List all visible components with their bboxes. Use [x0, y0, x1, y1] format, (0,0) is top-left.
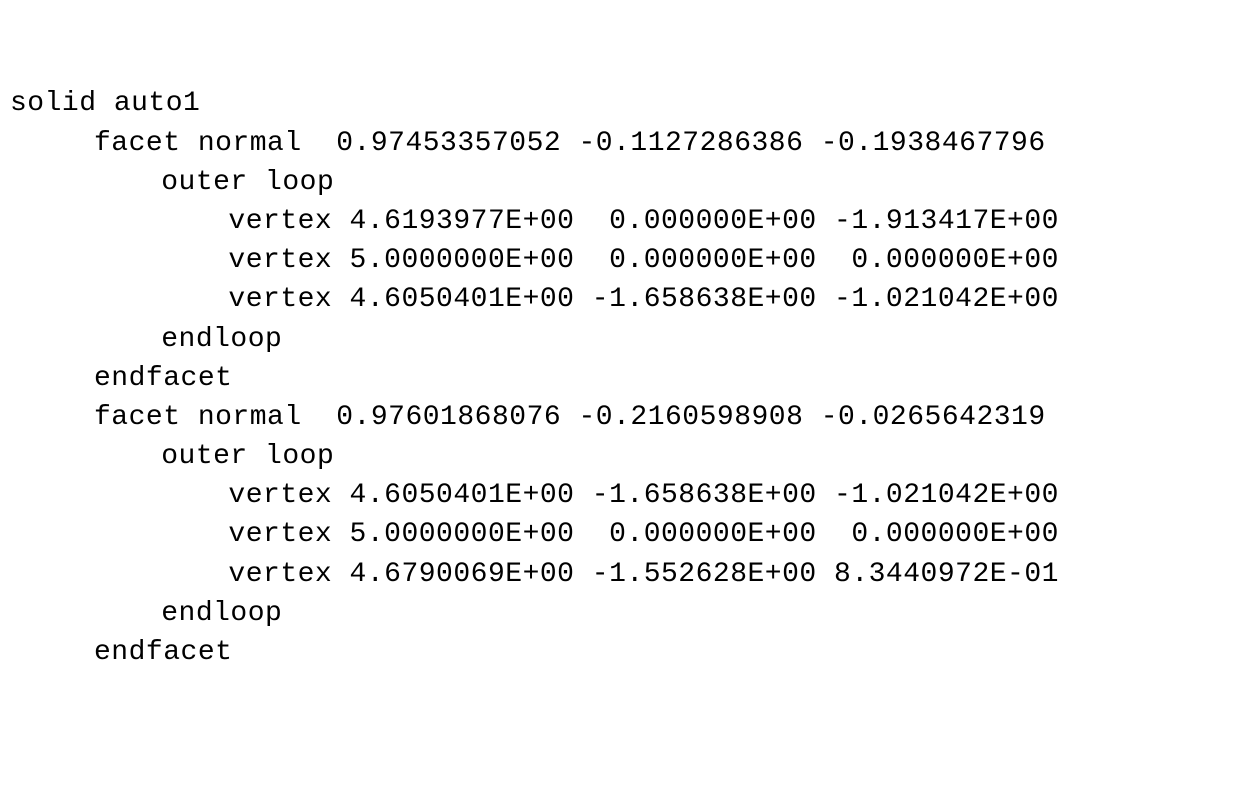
vertex-line: vertex 5.0000000E+00 0.000000E+00 0.0000… — [10, 241, 1230, 280]
endfacet-label: endfacet — [10, 359, 1230, 398]
facet-normal-line: facet normal 0.97601868076 -0.2160598908… — [10, 398, 1230, 437]
endloop-label: endloop — [10, 594, 1230, 633]
endloop-label: endloop — [10, 320, 1230, 359]
vertex-line: vertex 4.6050401E+00 -1.658638E+00 -1.02… — [10, 476, 1230, 515]
endfacet-label: endfacet — [10, 633, 1230, 672]
vertex-line: vertex 4.6193977E+00 0.000000E+00 -1.913… — [10, 202, 1230, 241]
outer-loop-label: outer loop — [10, 163, 1230, 202]
outer-loop-label: outer loop — [10, 437, 1230, 476]
facet-normal-line: facet normal 0.97453357052 -0.1127286386… — [10, 124, 1230, 163]
vertex-line: vertex 4.6790069E+00 -1.552628E+00 8.344… — [10, 555, 1230, 594]
vertex-line: vertex 4.6050401E+00 -1.658638E+00 -1.02… — [10, 280, 1230, 319]
stl-header: solid auto1 — [10, 84, 1230, 123]
vertex-line: vertex 5.0000000E+00 0.000000E+00 0.0000… — [10, 515, 1230, 554]
